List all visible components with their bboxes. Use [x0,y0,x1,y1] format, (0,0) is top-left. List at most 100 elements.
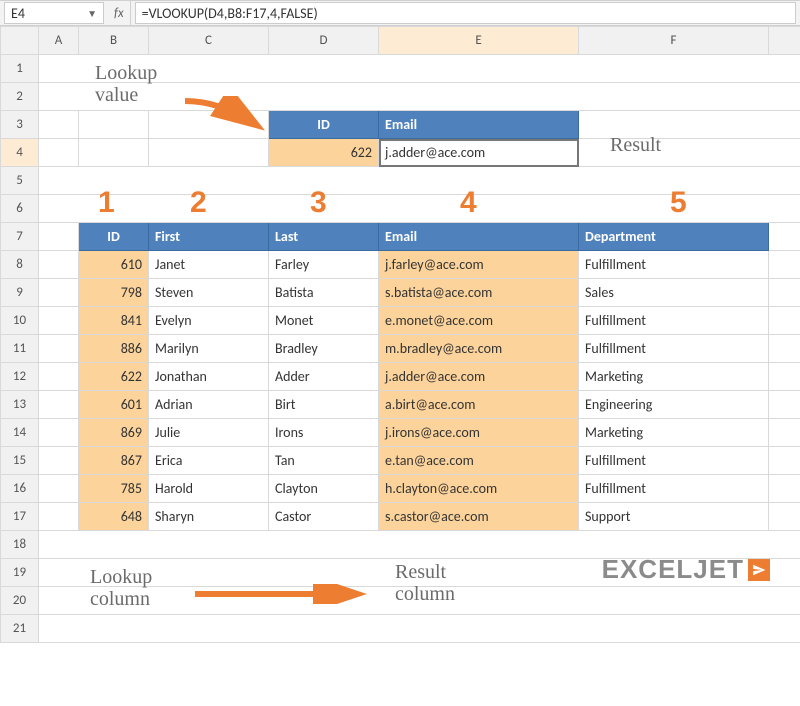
cell[interactable] [39,83,800,111]
table-row[interactable]: h.clayton@ace.com [379,475,579,503]
cell[interactable] [769,335,800,363]
table-row[interactable]: 610 [79,251,149,279]
table-row[interactable]: 785 [79,475,149,503]
table-header-first[interactable]: First [149,223,269,251]
table-row[interactable]: Adder [269,363,379,391]
table-row[interactable]: Clayton [269,475,379,503]
table-row[interactable]: Support [579,503,769,531]
table-row[interactable]: Tan [269,447,379,475]
table-row[interactable]: e.tan@ace.com [379,447,579,475]
row-head-17[interactable]: 17 [1,503,39,531]
table-row[interactable]: 841 [79,307,149,335]
row-head-1[interactable]: 1 [1,55,39,83]
row-head-16[interactable]: 16 [1,475,39,503]
cell[interactable] [579,111,800,139]
lookup-header-email[interactable]: Email [379,111,579,139]
cell[interactable] [39,139,79,167]
row-head-5[interactable]: 5 [1,167,39,195]
row-head-7[interactable]: 7 [1,223,39,251]
cell[interactable] [39,391,79,419]
col-head-blank[interactable] [769,27,800,55]
table-row[interactable]: Marilyn [149,335,269,363]
cell[interactable] [39,307,79,335]
col-head-A[interactable]: A [39,27,79,55]
cell[interactable] [769,307,800,335]
table-row[interactable]: Birt [269,391,379,419]
table-row[interactable]: Janet [149,251,269,279]
table-row[interactable]: Harold [149,475,269,503]
cell[interactable] [39,447,79,475]
table-row[interactable]: j.farley@ace.com [379,251,579,279]
cell[interactable] [39,251,79,279]
table-row[interactable]: Erica [149,447,269,475]
cell[interactable] [39,167,800,195]
cell[interactable] [39,335,79,363]
cell[interactable] [579,139,800,167]
row-head-21[interactable]: 21 [1,615,39,643]
table-row[interactable]: a.birt@ace.com [379,391,579,419]
table-header-id[interactable]: ID [79,223,149,251]
table-row[interactable]: Fulfillment [579,251,769,279]
cell[interactable] [39,419,79,447]
row-head-8[interactable]: 8 [1,251,39,279]
row-head-18[interactable]: 18 [1,531,39,559]
cell[interactable] [769,503,800,531]
lookup-header-id[interactable]: ID [269,111,379,139]
chevron-down-icon[interactable]: ▼ [87,7,97,20]
col-head-C[interactable]: C [149,27,269,55]
table-row[interactable]: Monet [269,307,379,335]
cell[interactable] [39,615,800,643]
cell[interactable] [39,223,79,251]
col-head-D[interactable]: D [269,27,379,55]
table-row[interactable]: 601 [79,391,149,419]
table-row[interactable]: Fulfillment [579,475,769,503]
table-row[interactable]: 648 [79,503,149,531]
table-row[interactable]: Fulfillment [579,307,769,335]
row-head-11[interactable]: 11 [1,335,39,363]
table-row[interactable]: Bradley [269,335,379,363]
table-row[interactable]: Engineering [579,391,769,419]
row-head-4[interactable]: 4 [1,139,39,167]
cell[interactable] [149,139,269,167]
cell[interactable] [39,587,800,615]
cell[interactable] [39,111,79,139]
cell[interactable] [39,55,800,83]
formula-input[interactable]: =VLOOKUP(D4,B8:F17,4,FALSE) [135,2,796,24]
table-row[interactable]: Castor [269,503,379,531]
table-row[interactable]: Fulfillment [579,335,769,363]
table-header-email[interactable]: Email [379,223,579,251]
table-row[interactable]: Jonathan [149,363,269,391]
cell[interactable] [39,279,79,307]
fx-label[interactable]: fx [108,1,131,25]
row-head-15[interactable]: 15 [1,447,39,475]
name-box[interactable]: E4 ▼ [4,2,104,24]
table-row[interactable]: Evelyn [149,307,269,335]
table-row[interactable]: Batista [269,279,379,307]
table-row[interactable]: Julie [149,419,269,447]
cell[interactable] [769,251,800,279]
table-row[interactable]: Farley [269,251,379,279]
table-row[interactable]: s.castor@ace.com [379,503,579,531]
table-header-last[interactable]: Last [269,223,379,251]
table-row[interactable]: Steven [149,279,269,307]
table-row[interactable]: j.irons@ace.com [379,419,579,447]
col-head-E[interactable]: E [379,27,579,55]
table-row[interactable]: j.adder@ace.com [379,363,579,391]
row-head-13[interactable]: 13 [1,391,39,419]
row-head-19[interactable]: 19 [1,559,39,587]
row-head-14[interactable]: 14 [1,419,39,447]
table-row[interactable]: 886 [79,335,149,363]
table-row[interactable]: Marketing [579,363,769,391]
table-row[interactable]: Sharyn [149,503,269,531]
cell[interactable] [769,447,800,475]
cell[interactable] [39,503,79,531]
cell[interactable] [769,391,800,419]
col-head-B[interactable]: B [79,27,149,55]
table-row[interactable]: e.monet@ace.com [379,307,579,335]
table-row[interactable]: m.bradley@ace.com [379,335,579,363]
cell[interactable] [769,279,800,307]
table-row[interactable]: Irons [269,419,379,447]
cell[interactable] [769,419,800,447]
cell[interactable] [79,139,149,167]
table-row[interactable]: 869 [79,419,149,447]
